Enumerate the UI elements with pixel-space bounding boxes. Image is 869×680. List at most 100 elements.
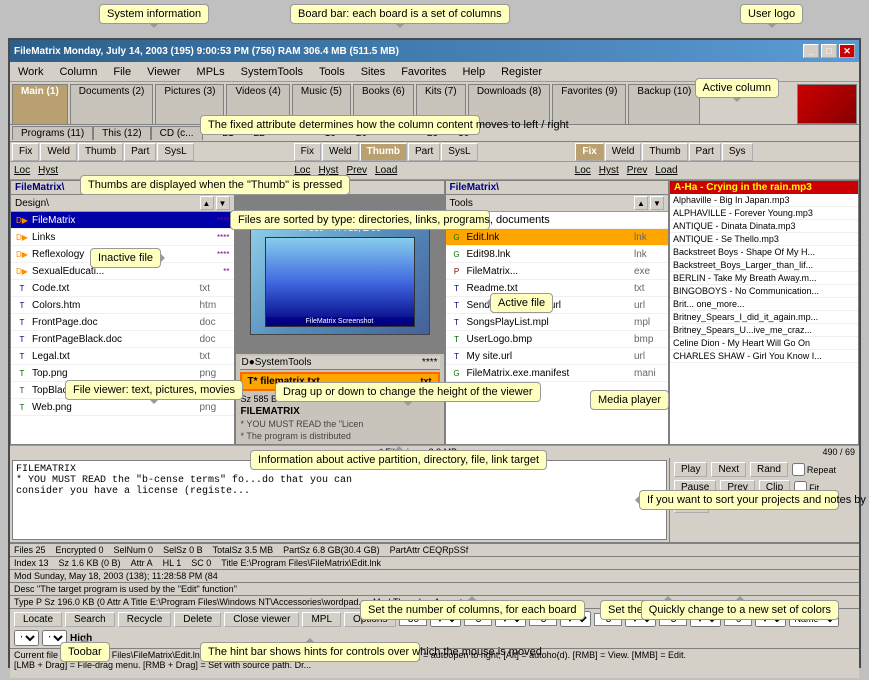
right-file-email[interactable]: T Send me an email.url url: [446, 297, 669, 314]
maximize-button[interactable]: □: [821, 44, 837, 58]
btn-fix-1[interactable]: Fix: [12, 143, 39, 161]
load-2[interactable]: Load: [375, 165, 397, 176]
music-item[interactable]: CHARLES SHAW - Girl You Know I...: [670, 350, 858, 363]
btn-sys-3[interactable]: Sys: [722, 143, 753, 161]
loc-1[interactable]: Loc: [14, 165, 30, 176]
music-item[interactable]: Celine Dion - My Heart Will Go On: [670, 337, 858, 350]
minimize-button[interactable]: _: [803, 44, 819, 58]
menu-systemtools[interactable]: SystemTools: [237, 65, 307, 79]
music-item[interactable]: Britney_Spears_U...ive_me_craz...: [670, 324, 858, 337]
locate-button[interactable]: Locate: [14, 612, 62, 627]
tab-backup[interactable]: Backup (10): [628, 84, 700, 124]
annotation-quick-colors: Quickly change to a new set of colors: [641, 600, 839, 620]
file-item-colors[interactable]: T Colors.htm htm: [11, 297, 234, 314]
file-item-filematrix[interactable]: D▶ FileMatrix ****: [11, 212, 234, 229]
music-item[interactable]: Britney_Spears_I_did_it_again.mp...: [670, 311, 858, 324]
menu-tools[interactable]: Tools: [315, 65, 349, 79]
right-panel-path: FileMatrix\: [446, 181, 669, 195]
right-scroll-down[interactable]: ▼: [650, 196, 664, 210]
tab-cd[interactable]: CD (c...: [151, 126, 203, 140]
menu-mpls[interactable]: MPLs: [193, 65, 229, 79]
right-file-readme[interactable]: T Readme.txt txt: [446, 280, 669, 297]
music-item[interactable]: Alphaville - Big In Japan.mp3: [670, 194, 858, 207]
music-item[interactable]: BERLIN - Take My Breath Away.m...: [670, 272, 858, 285]
load-3[interactable]: Load: [655, 165, 677, 176]
btn-fix-2[interactable]: Fix: [294, 143, 321, 161]
tab-programs[interactable]: Programs (11): [12, 126, 93, 140]
btn-part-1[interactable]: Part: [124, 143, 156, 161]
btn-weld-1[interactable]: Weld: [40, 143, 77, 161]
file-item-frontpage[interactable]: T FrontPage.doc doc: [11, 314, 234, 331]
tab-favorites[interactable]: Favorites (9): [552, 84, 626, 124]
tab-downloads[interactable]: Downloads (8): [468, 84, 550, 124]
prev-2[interactable]: Prev: [346, 165, 367, 176]
file-item-web[interactable]: T Web.png png: [11, 399, 234, 416]
menu-register[interactable]: Register: [497, 65, 546, 79]
right-scroll-up[interactable]: ▲: [634, 196, 648, 210]
btn-sysl-2[interactable]: SysL: [441, 143, 477, 161]
repeat-checkbox[interactable]: [792, 463, 805, 476]
music-item[interactable]: ALPHAVILLE - Forever Young.mp3: [670, 207, 858, 220]
url-icon: T: [450, 349, 464, 363]
file-item-links[interactable]: D▶ Links ****: [11, 229, 234, 246]
title-bar: FileMatrix Monday, July 14, 2003 (195) 9…: [10, 40, 859, 62]
menu-sites[interactable]: Sites: [357, 65, 389, 79]
loc-3[interactable]: Loc: [575, 165, 591, 176]
music-item[interactable]: Backstreet Boys - Shape Of My H...: [670, 246, 858, 259]
music-item[interactable]: ANTIQUE - Se Thello.mp3: [670, 233, 858, 246]
right-file-mpl[interactable]: T SongsPlayList.mpl mpl: [446, 314, 669, 331]
music-item[interactable]: BINGOBOYS - No Communication...: [670, 285, 858, 298]
btn-part-2[interactable]: Part: [408, 143, 440, 161]
search-button[interactable]: Search: [65, 612, 115, 627]
file-item-code[interactable]: T Code.txt txt: [11, 280, 234, 297]
music-item[interactable]: Brit... one_more...: [670, 298, 858, 311]
repeat-checkbox-label: Repeat: [792, 463, 836, 476]
file-item-frontpageblack[interactable]: T FrontPageBlack.doc doc: [11, 331, 234, 348]
next-button[interactable]: Next: [711, 462, 746, 477]
close-viewer-button[interactable]: Close viewer: [224, 612, 299, 627]
sort-dir-select[interactable]: ▼: [14, 630, 39, 646]
hyst-3[interactable]: Hyst: [599, 165, 619, 176]
menu-help[interactable]: Help: [458, 65, 489, 79]
right-file-edit98[interactable]: G Edit98.lnk lnk: [446, 246, 669, 263]
btn-thumb-1[interactable]: Thumb: [78, 143, 123, 161]
status-title: Title E:\Program Files\FileMatrix\Edit.l…: [221, 558, 381, 568]
left-scroll-down[interactable]: ▼: [216, 196, 230, 210]
tab-main[interactable]: Main (1): [12, 84, 68, 124]
close-button[interactable]: ✕: [839, 44, 855, 58]
rand-button[interactable]: Rand: [750, 462, 788, 477]
right-file-filematrix-exe[interactable]: P FileMatrix... exe: [446, 263, 669, 280]
left-scroll-up[interactable]: ▲: [200, 196, 214, 210]
menu-favorites[interactable]: Favorites: [397, 65, 450, 79]
tab-documents[interactable]: Documents (2): [70, 84, 154, 124]
btn-sysl-1[interactable]: SysL: [157, 143, 193, 161]
right-file-editlnk[interactable]: G Edit.lnk lnk: [446, 229, 669, 246]
right-file-userlogo[interactable]: T UserLogo.bmp bmp: [446, 331, 669, 348]
btn-part-3[interactable]: Part: [689, 143, 721, 161]
menu-column[interactable]: Column: [55, 65, 101, 79]
btn-thumb-3[interactable]: Thumb: [642, 143, 687, 161]
annotation-media-player: Media player: [590, 390, 669, 410]
left-file-panel: FileMatrix\ Design\ ▲ ▼ D▶ FileMatrix **…: [10, 180, 235, 445]
btn-weld-2[interactable]: Weld: [322, 143, 359, 161]
menu-viewer[interactable]: Viewer: [143, 65, 184, 79]
mpl-button[interactable]: MPL: [302, 612, 341, 627]
delete-button[interactable]: Delete: [174, 612, 221, 627]
music-item[interactable]: ANTIQUE - Dinata Dinata.mp3: [670, 220, 858, 233]
lnk-icon: G: [450, 230, 464, 244]
menu-file[interactable]: File: [109, 65, 135, 79]
menu-work[interactable]: Work: [14, 65, 47, 79]
right-file-mysite[interactable]: T My site.url url: [446, 348, 669, 365]
prev-3[interactable]: Prev: [627, 165, 648, 176]
btn-thumb-2[interactable]: Thumb: [360, 143, 407, 161]
recycle-button[interactable]: Recycle: [118, 612, 172, 627]
file-item-legal[interactable]: T Legal.txt txt: [11, 348, 234, 365]
file-viewer[interactable]: FILEMATRIX* YOU MUST READ the "b-cense t…: [12, 460, 667, 540]
music-item[interactable]: Backstreet_Boys_Larger_than_lif...: [670, 259, 858, 272]
play-button[interactable]: Play: [674, 462, 707, 477]
btn-weld-3[interactable]: Weld: [605, 143, 642, 161]
hyst-1[interactable]: Hyst: [38, 165, 58, 176]
tab-this[interactable]: This (12): [93, 126, 150, 140]
right-file-manifest[interactable]: G FileMatrix.exe.manifest mani: [446, 365, 669, 382]
btn-fix-3[interactable]: Fix: [575, 143, 603, 161]
